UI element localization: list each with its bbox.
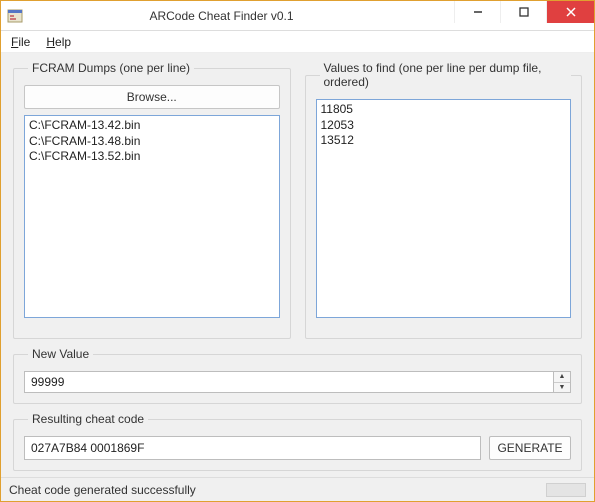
dumps-group: FCRAM Dumps (one per line) Browse... (13, 61, 291, 339)
newvalue-spinner: ▲ ▼ (553, 371, 571, 393)
result-legend: Resulting cheat code (28, 412, 148, 426)
status-text: Cheat code generated successfully (9, 483, 196, 497)
result-output[interactable] (24, 436, 481, 460)
status-grip (546, 483, 586, 497)
browse-button[interactable]: Browse... (24, 85, 280, 109)
dumps-textarea[interactable] (24, 115, 280, 318)
values-group: Values to find (one per line per dump fi… (305, 61, 583, 339)
generate-button[interactable]: GENERATE (489, 436, 571, 460)
spinner-up-button[interactable]: ▲ (554, 372, 570, 382)
spinner-down-button[interactable]: ▼ (554, 382, 570, 393)
window-controls (454, 1, 594, 30)
values-legend: Values to find (one per line per dump fi… (320, 61, 572, 89)
menu-file[interactable]: File (11, 35, 30, 49)
menu-help[interactable]: Help (46, 35, 71, 49)
newvalue-input[interactable] (24, 371, 553, 393)
app-icon (7, 8, 23, 24)
minimize-button[interactable] (454, 1, 500, 23)
titlebar: ARCode Cheat Finder v0.1 (1, 1, 594, 31)
dumps-legend: FCRAM Dumps (one per line) (28, 61, 194, 75)
newvalue-legend: New Value (28, 347, 93, 361)
values-textarea[interactable] (316, 99, 572, 318)
result-group: Resulting cheat code GENERATE (13, 412, 582, 471)
maximize-button[interactable] (500, 1, 546, 23)
client-area: FCRAM Dumps (one per line) Browse... Val… (1, 53, 594, 477)
menubar: File Help (1, 31, 594, 53)
window-title: ARCode Cheat Finder v0.1 (29, 9, 454, 23)
statusbar: Cheat code generated successfully (1, 477, 594, 501)
close-button[interactable] (546, 1, 594, 23)
newvalue-group: New Value ▲ ▼ (13, 347, 582, 404)
